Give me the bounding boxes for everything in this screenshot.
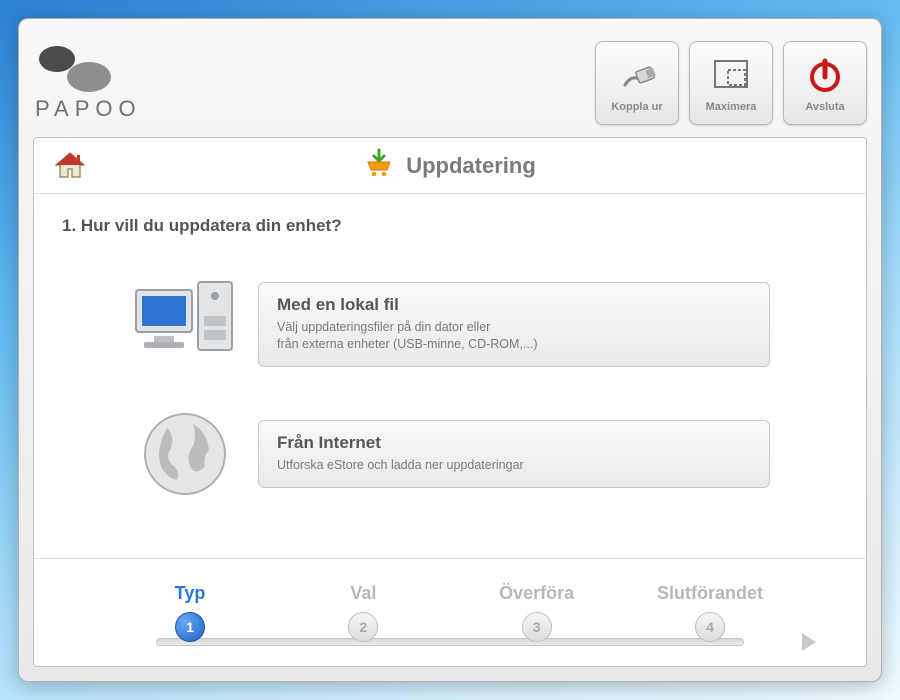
home-icon bbox=[54, 151, 86, 181]
panel-body: 1. Hur vill du uppdatera din enhet? bbox=[34, 194, 866, 558]
option-title: Med en lokal fil bbox=[277, 295, 751, 315]
step-bubble-4: 4 bbox=[695, 612, 725, 642]
wizard-steps: Typ 1 Val 2 Överföra 3 Slutförandet 4 bbox=[130, 583, 770, 642]
power-icon bbox=[805, 53, 845, 97]
main-panel: Uppdatering 1. Hur vill du uppdatera din… bbox=[33, 137, 867, 667]
maximize-button[interactable]: Maximera bbox=[689, 41, 773, 125]
step-selection: Val 2 bbox=[303, 583, 423, 642]
update-options: Med en lokal fil Välj uppdateringsfiler … bbox=[62, 274, 838, 504]
panel-header: Uppdatering bbox=[34, 138, 866, 194]
disconnect-button[interactable]: Koppla ur bbox=[595, 41, 679, 125]
globe-icon bbox=[130, 404, 240, 504]
option-local-file-button[interactable]: Med en lokal fil Välj uppdateringsfiler … bbox=[258, 282, 770, 367]
wizard-question: 1. Hur vill du uppdatera din enhet? bbox=[62, 216, 838, 236]
option-desc: Utforska eStore och ladda ner uppdaterin… bbox=[277, 457, 751, 475]
step-transfer: Överföra 3 bbox=[477, 583, 597, 642]
top-bar: PAPOO Koppla ur bbox=[19, 19, 881, 137]
panel-title-wrap: Uppdatering bbox=[34, 148, 866, 183]
brand-name: PAPOO bbox=[35, 96, 142, 122]
step-finish: Slutförandet 4 bbox=[650, 583, 770, 642]
top-buttons: Koppla ur Maximera Avslu bbox=[595, 41, 867, 125]
chevron-right-icon bbox=[802, 633, 816, 651]
panel-title: Uppdatering bbox=[406, 153, 536, 179]
papoo-logo-icon bbox=[33, 44, 119, 94]
step-bubble-2: 2 bbox=[348, 612, 378, 642]
usb-plug-icon bbox=[617, 53, 657, 97]
home-button[interactable] bbox=[52, 148, 88, 184]
update-cart-icon bbox=[364, 148, 394, 183]
computer-icon bbox=[130, 274, 240, 374]
option-desc: Välj uppdateringsfiler på din dator elle… bbox=[277, 319, 751, 354]
step-bubble-1: 1 bbox=[175, 612, 205, 642]
option-local-file: Med en lokal fil Välj uppdateringsfiler … bbox=[130, 274, 770, 374]
maximize-icon bbox=[712, 53, 750, 97]
option-internet-button[interactable]: Från Internet Utforska eStore och ladda … bbox=[258, 420, 770, 488]
quit-button[interactable]: Avsluta bbox=[783, 41, 867, 125]
option-title: Från Internet bbox=[277, 433, 751, 453]
wizard-steps-bar: Typ 1 Val 2 Överföra 3 Slutförandet 4 bbox=[34, 558, 866, 666]
step-bubble-3: 3 bbox=[522, 612, 552, 642]
option-internet: Från Internet Utforska eStore och ladda … bbox=[130, 404, 770, 504]
brand-logo: PAPOO bbox=[33, 44, 142, 122]
step-type: Typ 1 bbox=[130, 583, 250, 642]
app-window: PAPOO Koppla ur bbox=[18, 18, 882, 682]
